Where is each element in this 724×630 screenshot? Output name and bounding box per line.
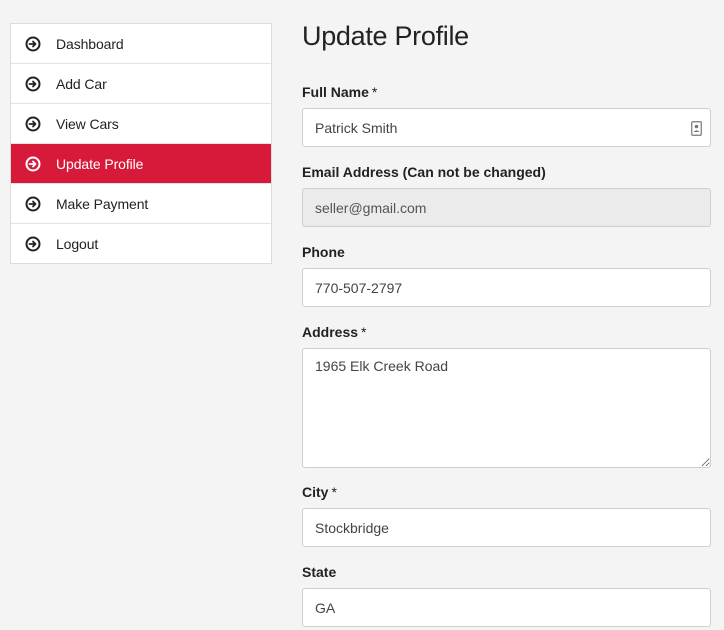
sidebar-item-label: Logout: [56, 235, 99, 252]
required-mark: *: [371, 84, 378, 100]
sidebar-item-label: View Cars: [56, 115, 119, 132]
sidebar-item-label: Dashboard: [56, 35, 124, 52]
contact-card-icon[interactable]: [691, 121, 702, 136]
sidebar-item-update-profile[interactable]: Update Profile: [11, 144, 271, 184]
circle-arrow-right-icon: [25, 116, 41, 132]
state-label: State: [302, 564, 337, 580]
phone-label: Phone: [302, 244, 345, 260]
required-mark: *: [361, 324, 367, 340]
address-label: Address *: [302, 324, 367, 340]
full-name-label: Full Name *: [302, 84, 378, 100]
required-mark: *: [331, 484, 337, 500]
email-label: Email Address (Can not be changed): [302, 164, 546, 180]
page-title: Update Profile: [302, 21, 469, 51]
circle-arrow-right-icon: [25, 156, 41, 172]
sidebar-item-label: Make Payment: [56, 195, 149, 212]
sidebar-item-dashboard[interactable]: Dashboard: [11, 24, 271, 64]
sidebar-menu: Dashboard Add Car View Cars Update Profi…: [10, 23, 272, 264]
phone-input[interactable]: [302, 268, 711, 307]
circle-arrow-right-icon: [25, 196, 41, 212]
city-input[interactable]: [302, 508, 711, 547]
sidebar-item-label: Add Car: [56, 75, 107, 92]
circle-arrow-right-icon: [25, 76, 41, 92]
address-textarea[interactable]: 1965 Elk Creek Road: [302, 348, 711, 468]
sidebar-item-label: Update Profile: [56, 155, 144, 172]
full-name-input[interactable]: [302, 108, 711, 147]
sidebar-item-make-payment[interactable]: Make Payment: [11, 184, 271, 224]
state-input[interactable]: [302, 588, 711, 627]
city-label: City *: [302, 484, 337, 500]
sidebar-item-view-cars[interactable]: View Cars: [11, 104, 271, 144]
sidebar-item-logout[interactable]: Logout: [11, 224, 271, 263]
circle-arrow-right-icon: [25, 36, 41, 52]
email-field[interactable]: [302, 188, 711, 227]
circle-arrow-right-icon: [25, 236, 41, 252]
sidebar-item-add-car[interactable]: Add Car: [11, 64, 271, 104]
